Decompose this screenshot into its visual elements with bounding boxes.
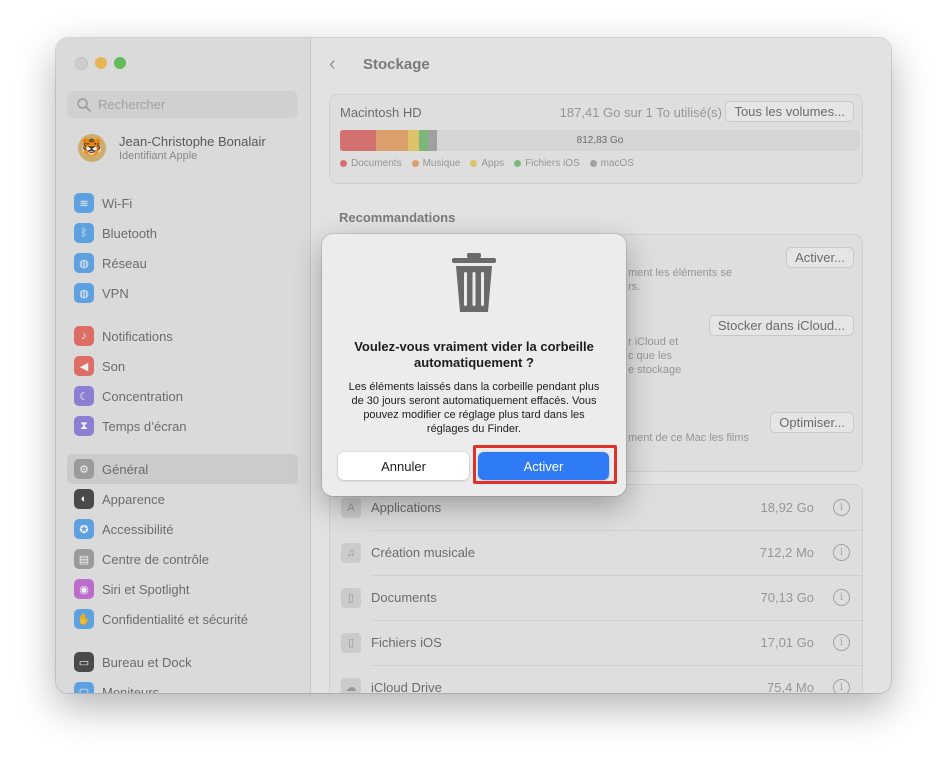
dialog-title: Voulez-vous vraiment vider la corbeille … <box>354 339 594 370</box>
activate-button-highlight <box>473 445 617 484</box>
dialog-message: Les éléments laissés dans la corbeille p… <box>348 381 600 435</box>
trash-icon <box>452 253 496 312</box>
cancel-button[interactable]: Annuler <box>338 452 469 480</box>
